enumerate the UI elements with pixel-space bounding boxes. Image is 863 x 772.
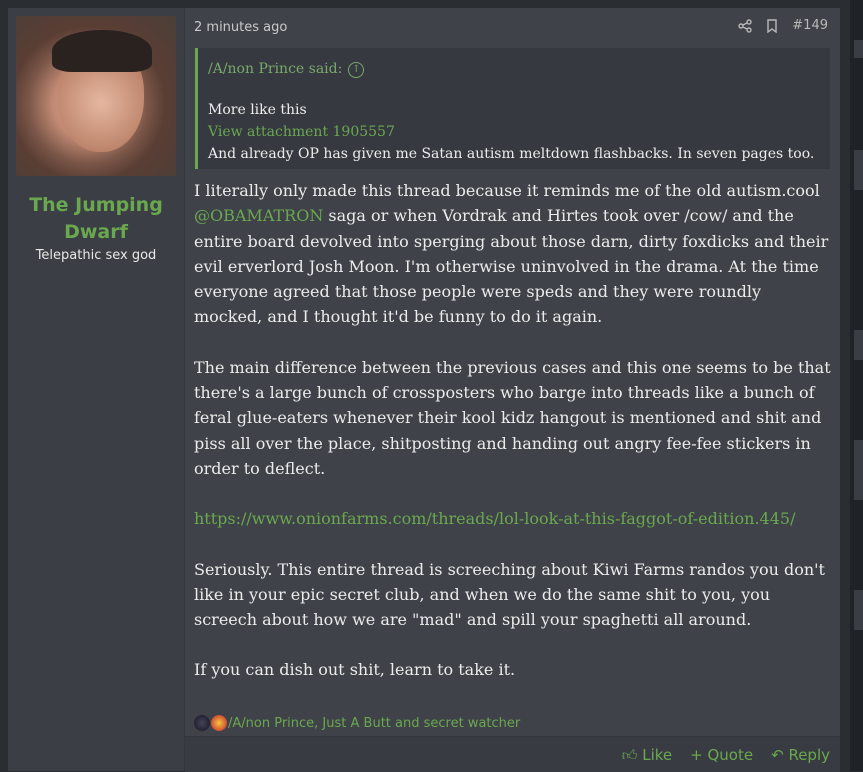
like-button[interactable]: 👍︎ Like	[622, 746, 672, 765]
external-link[interactable]: https://www.onionfarms.com/threads/lol-l…	[194, 509, 795, 528]
paragraph-1: I literally only made this thread becaus…	[194, 178, 834, 330]
share-icon[interactable]	[738, 18, 752, 33]
paragraph-3: Seriously. This entire thread is screech…	[194, 559, 825, 630]
paragraph-4: If you can dish out shit, learn to take …	[194, 660, 516, 680]
thumbs-up-icon: 👍︎	[621, 746, 638, 764]
arrow-up-icon[interactable]: ↑	[348, 62, 365, 78]
paragraph-1-a: I literally only made this thread becaus…	[194, 181, 820, 200]
reaction-hat-icon	[194, 715, 210, 731]
post-number[interactable]: #149	[792, 18, 828, 33]
bookmark-icon[interactable]	[766, 18, 778, 33]
quote-content: More like this View attachment 1905557 A…	[208, 99, 824, 165]
paragraph-link: https://www.onionfarms.com/threads/lol-l…	[194, 506, 834, 531]
quote-author-text: /A/non Prince said:	[208, 61, 343, 77]
quote-line-2: And already OP has given me Satan autism…	[208, 146, 815, 162]
post-timestamp[interactable]: 2 minutes ago	[194, 20, 287, 35]
quote-author[interactable]: /A/non Prince said: ↑	[208, 61, 365, 78]
quote-button[interactable]: + Quote	[690, 746, 753, 765]
post-container: The Jumping Dwarf Telepathic sex god 2 m…	[8, 8, 840, 772]
like-label: Like	[642, 746, 673, 764]
right-edge-strip	[850, 0, 863, 771]
user-panel: The Jumping Dwarf Telepathic sex god	[8, 8, 184, 771]
reactions-text: /A/non Prince, Just A Butt and secret wa…	[228, 715, 521, 731]
paragraph-2: The main difference between the previous…	[194, 357, 831, 478]
reactions-bar[interactable]: /A/non Prince, Just A Butt and secret wa…	[194, 715, 520, 731]
post-body: 2 minutes ago #149 /A/non Prince said: ↑ …	[184, 8, 840, 772]
username[interactable]: The Jumping Dwarf	[8, 192, 184, 246]
quote-line-1: More like this	[208, 102, 307, 118]
avatar[interactable]	[16, 16, 176, 176]
quote-block: /A/non Prince said: ↑ More like this View…	[195, 48, 830, 169]
post-meta-actions: #149	[738, 18, 828, 33]
avatar-hair	[52, 30, 152, 72]
attachment-link[interactable]: View attachment 1905557	[208, 121, 824, 143]
reply-button[interactable]: ↶ Reply	[771, 746, 830, 765]
mention-link[interactable]: @OBAMATRON	[194, 206, 323, 225]
user-title: Telepathic sex god	[35, 248, 157, 263]
reply-label: Reply	[788, 746, 830, 764]
reaction-alarm-icon	[211, 715, 227, 731]
post-content: I literally only made this thread becaus…	[194, 178, 834, 708]
post-actions: 👍︎ Like + Quote ↶ Reply	[185, 736, 840, 772]
reply-icon: ↶	[771, 746, 784, 764]
